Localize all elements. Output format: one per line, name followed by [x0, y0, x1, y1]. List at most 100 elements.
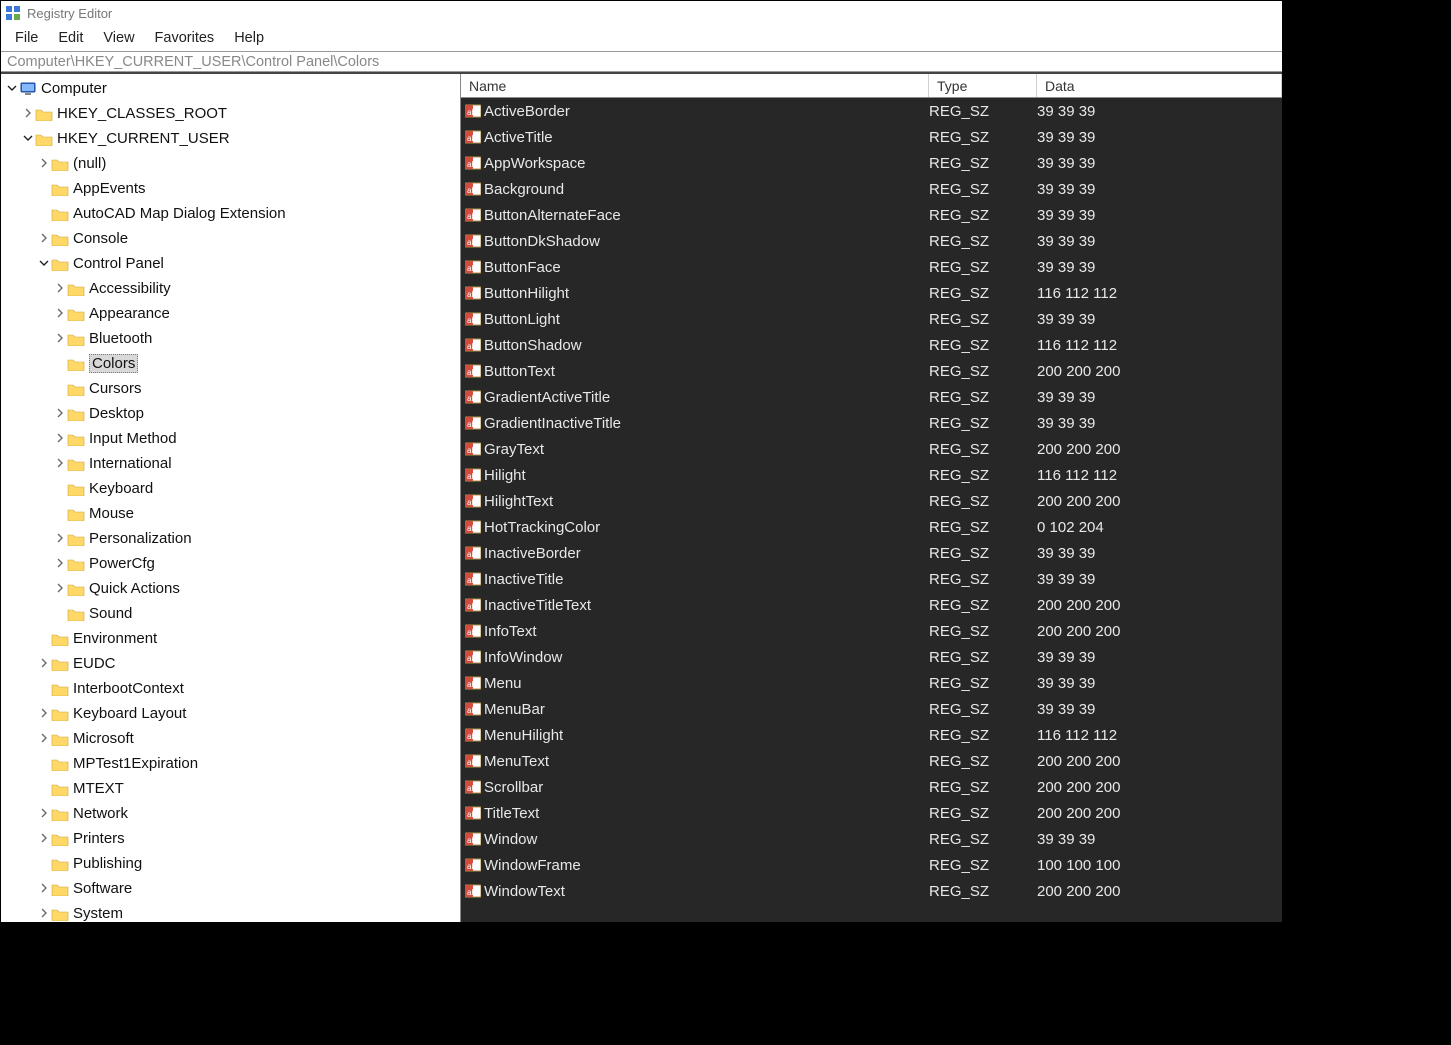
tree-item[interactable]: HKEY_CLASSES_ROOT [1, 101, 460, 126]
value-row[interactable]: abInactiveBorderREG_SZ39 39 39 [461, 540, 1282, 566]
value-row[interactable]: abButtonFaceREG_SZ39 39 39 [461, 254, 1282, 280]
tree-item[interactable]: Console [1, 226, 460, 251]
tree-item[interactable]: (null) [1, 151, 460, 176]
tree-item[interactable]: International [1, 451, 460, 476]
value-name: WindowFrame [484, 857, 581, 874]
chevron-down-icon[interactable] [5, 82, 19, 96]
chevron-right-icon[interactable] [37, 882, 51, 896]
value-row[interactable]: abMenuTextREG_SZ200 200 200 [461, 748, 1282, 774]
value-row[interactable]: abHilightREG_SZ116 112 112 [461, 462, 1282, 488]
tree-item[interactable]: Mouse [1, 501, 460, 526]
value-row[interactable]: abActiveTitleREG_SZ39 39 39 [461, 124, 1282, 150]
chevron-right-icon[interactable] [53, 457, 67, 471]
address-bar[interactable]: Computer\HKEY_CURRENT_USER\Control Panel… [1, 51, 1282, 73]
value-row[interactable]: abHilightTextREG_SZ200 200 200 [461, 488, 1282, 514]
tree-item[interactable]: System [1, 901, 460, 922]
tree-item[interactable]: Control Panel [1, 251, 460, 276]
tree-item[interactable]: Keyboard Layout [1, 701, 460, 726]
tree-item[interactable]: Cursors [1, 376, 460, 401]
value-row[interactable]: abInactiveTitleTextREG_SZ200 200 200 [461, 592, 1282, 618]
tree-item[interactable]: Bluetooth [1, 326, 460, 351]
value-row[interactable]: abActiveBorderREG_SZ39 39 39 [461, 98, 1282, 124]
value-row[interactable]: abButtonHilightREG_SZ116 112 112 [461, 280, 1282, 306]
tree-item[interactable]: Colors [1, 351, 460, 376]
chevron-down-icon[interactable] [37, 257, 51, 271]
tree-item[interactable]: MPTest1Expiration [1, 751, 460, 776]
menu-favorites[interactable]: Favorites [145, 28, 225, 48]
value-row[interactable]: abScrollbarREG_SZ200 200 200 [461, 774, 1282, 800]
value-row[interactable]: abInfoWindowREG_SZ39 39 39 [461, 644, 1282, 670]
chevron-down-icon[interactable] [21, 132, 35, 146]
chevron-right-icon[interactable] [53, 432, 67, 446]
value-row[interactable]: abMenuHilightREG_SZ116 112 112 [461, 722, 1282, 748]
chevron-right-icon[interactable] [37, 157, 51, 171]
value-row[interactable]: abButtonLightREG_SZ39 39 39 [461, 306, 1282, 332]
tree-item[interactable]: AppEvents [1, 176, 460, 201]
tree-item[interactable]: InterbootContext [1, 676, 460, 701]
tree-item[interactable]: Printers [1, 826, 460, 851]
tree-item[interactable]: PowerCfg [1, 551, 460, 576]
value-row[interactable]: abAppWorkspaceREG_SZ39 39 39 [461, 150, 1282, 176]
tree-item[interactable]: Sound [1, 601, 460, 626]
tree-item[interactable]: AutoCAD Map Dialog Extension [1, 201, 460, 226]
chevron-right-icon[interactable] [53, 407, 67, 421]
value-row[interactable]: abTitleTextREG_SZ200 200 200 [461, 800, 1282, 826]
value-row[interactable]: abBackgroundREG_SZ39 39 39 [461, 176, 1282, 202]
values-body[interactable]: abActiveBorderREG_SZ39 39 39abActiveTitl… [461, 98, 1282, 922]
chevron-right-icon[interactable] [37, 807, 51, 821]
tree-item[interactable]: MTEXT [1, 776, 460, 801]
value-row[interactable]: abInactiveTitleREG_SZ39 39 39 [461, 566, 1282, 592]
chevron-right-icon[interactable] [37, 732, 51, 746]
tree-item[interactable]: EUDC [1, 651, 460, 676]
value-row[interactable]: abInfoTextREG_SZ200 200 200 [461, 618, 1282, 644]
value-row[interactable]: abGrayTextREG_SZ200 200 200 [461, 436, 1282, 462]
tree-item[interactable]: Desktop [1, 401, 460, 426]
chevron-right-icon[interactable] [53, 582, 67, 596]
chevron-right-icon[interactable] [53, 532, 67, 546]
tree-item[interactable]: Software [1, 876, 460, 901]
chevron-right-icon[interactable] [37, 907, 51, 921]
value-row[interactable]: abButtonDkShadowREG_SZ39 39 39 [461, 228, 1282, 254]
value-row[interactable]: abGradientInactiveTitleREG_SZ39 39 39 [461, 410, 1282, 436]
tree-item[interactable]: Personalization [1, 526, 460, 551]
column-header-type[interactable]: Type [929, 74, 1037, 97]
chevron-right-icon[interactable] [37, 707, 51, 721]
tree-pane[interactable]: ComputerHKEY_CLASSES_ROOTHKEY_CURRENT_US… [1, 74, 461, 922]
chevron-right-icon[interactable] [37, 232, 51, 246]
tree-item[interactable]: Input Method [1, 426, 460, 451]
value-row[interactable]: abMenuBarREG_SZ39 39 39 [461, 696, 1282, 722]
tree-item[interactable]: Accessibility [1, 276, 460, 301]
string-value-icon: ab [465, 104, 481, 118]
tree-item[interactable]: Quick Actions [1, 576, 460, 601]
menu-edit[interactable]: Edit [48, 28, 93, 48]
tree-item[interactable]: Appearance [1, 301, 460, 326]
value-row[interactable]: abButtonAlternateFaceREG_SZ39 39 39 [461, 202, 1282, 228]
menu-help[interactable]: Help [224, 28, 274, 48]
tree-item[interactable]: Keyboard [1, 476, 460, 501]
value-row[interactable]: abButtonTextREG_SZ200 200 200 [461, 358, 1282, 384]
chevron-right-icon[interactable] [37, 832, 51, 846]
chevron-right-icon[interactable] [53, 557, 67, 571]
tree-item[interactable]: Computer [1, 76, 460, 101]
chevron-right-icon[interactable] [37, 657, 51, 671]
chevron-right-icon[interactable] [53, 282, 67, 296]
menu-file[interactable]: File [5, 28, 48, 48]
value-row[interactable]: abMenuREG_SZ39 39 39 [461, 670, 1282, 696]
tree-item[interactable]: Publishing [1, 851, 460, 876]
tree-item[interactable]: Environment [1, 626, 460, 651]
value-row[interactable]: abWindowREG_SZ39 39 39 [461, 826, 1282, 852]
value-row[interactable]: abWindowTextREG_SZ200 200 200 [461, 878, 1282, 904]
column-header-data[interactable]: Data [1037, 74, 1282, 97]
chevron-right-icon[interactable] [53, 307, 67, 321]
chevron-right-icon[interactable] [21, 107, 35, 121]
tree-item[interactable]: Microsoft [1, 726, 460, 751]
value-row[interactable]: abGradientActiveTitleREG_SZ39 39 39 [461, 384, 1282, 410]
value-row[interactable]: abButtonShadowREG_SZ116 112 112 [461, 332, 1282, 358]
chevron-right-icon[interactable] [53, 332, 67, 346]
menu-view[interactable]: View [93, 28, 144, 48]
value-row[interactable]: abHotTrackingColorREG_SZ0 102 204 [461, 514, 1282, 540]
tree-item[interactable]: HKEY_CURRENT_USER [1, 126, 460, 151]
column-header-name[interactable]: Name [461, 74, 929, 97]
value-row[interactable]: abWindowFrameREG_SZ100 100 100 [461, 852, 1282, 878]
tree-item[interactable]: Network [1, 801, 460, 826]
